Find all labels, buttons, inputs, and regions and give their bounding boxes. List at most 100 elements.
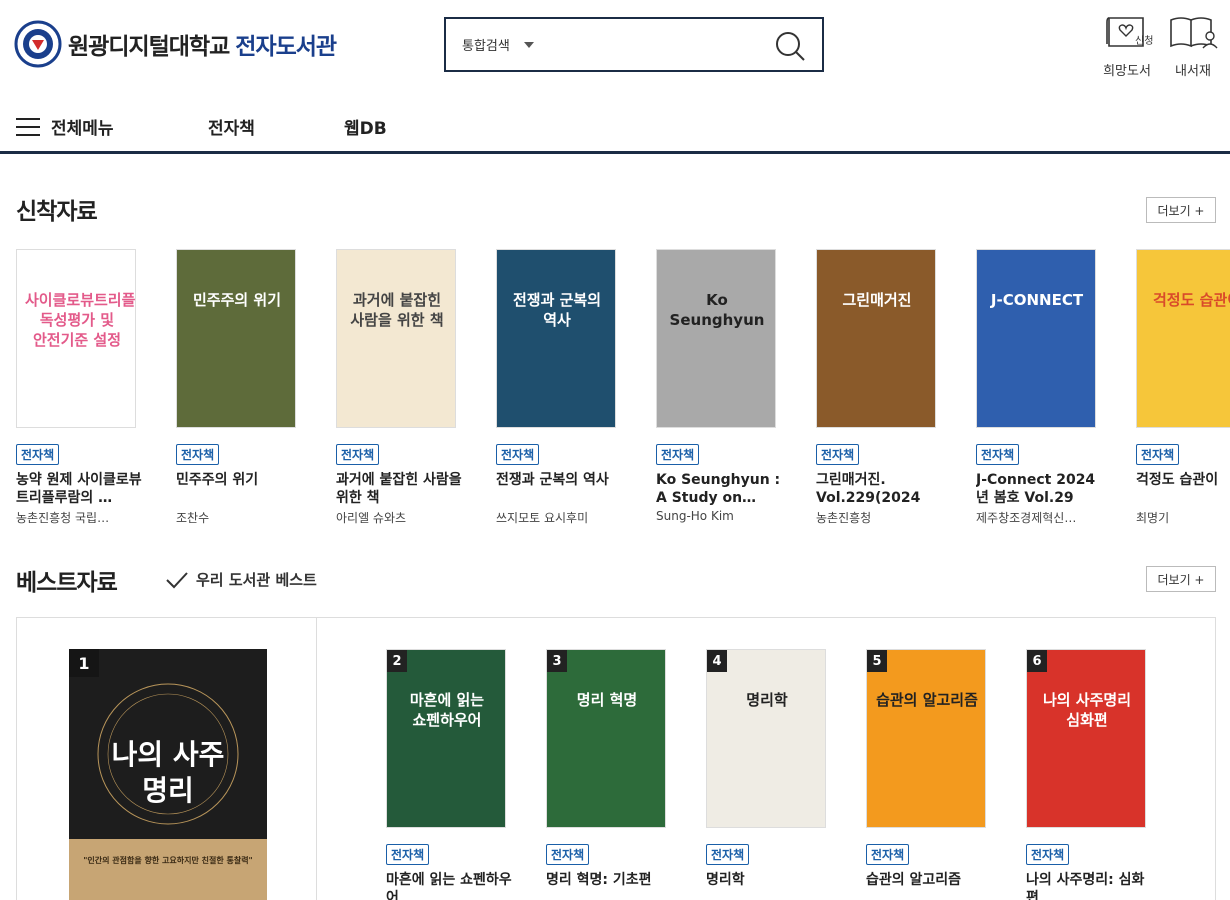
cover-title: Ko Seunghyun [669,291,765,329]
ebook-tag: 전자책 [656,444,700,465]
book-author: 조찬수 [176,511,210,525]
book-title[interactable]: 마흔에 읽는 쇼펜하우어 [386,871,512,900]
cover-title: 나의 사주명리 [111,738,225,807]
book-item[interactable]: Ko Seunghyun 전자책 Ko Seunghyun : A Study on… [656,249,782,523]
new-arrivals-title: 신착자료 [16,199,98,225]
my-shelf-label: 내서재 [1175,64,1211,79]
ebook-tag: 전자책 [176,444,220,465]
university-logo[interactable]: 원광디지털대학교 전자도서관 [14,20,337,68]
book-title[interactable]: 과거에 붙잡힌 사람을 위한 책 [336,471,462,507]
book-item[interactable]: 3명리 혁명전자책명리 혁명: 기초편김성재 [546,649,672,900]
book-item[interactable]: 그린매거진전자책그린매거진. Vol.229(2024년… 농촌진흥청 [816,249,942,526]
nav-ebook[interactable]: 전자책 [208,114,255,139]
cover-title: 과거에 붙잡힌 사람을 위한 책 [350,291,444,329]
university-seal-icon [14,20,62,68]
rank-badge: 2 [387,650,407,672]
book-cover: 과거에 붙잡힌 사람을 위한 책 [336,249,456,428]
best-more-button[interactable]: 더보기 + [1146,566,1216,592]
rank-badge: 1 [69,649,99,677]
book-item[interactable]: J-CONNECT 전자책 J-Connect 2024년 봄호 Vol.29 제주창… [976,249,1102,526]
nav-webdb[interactable]: 웹DB [344,114,387,139]
rank-badge: 5 [867,650,887,672]
book-title[interactable]: 습관의 알고리즘 [866,871,992,900]
book-author: 제주창조경제혁신… [976,511,1077,525]
book-title[interactable]: 나의 사주명리: 심화 편 [1026,871,1152,900]
book-item[interactable]: 걱정도 습관이전자책걱정도 습관이최명기 [1136,249,1230,526]
cover-title: 명리 혁명 [576,691,638,709]
ebook-tag: 전자책 [866,844,910,865]
ebook-tag: 전자책 [386,844,430,865]
logo-title: 원광디지털대학교 전자도서관 [68,27,337,61]
hamburger-icon [16,117,40,136]
checkmark-icon [166,571,188,588]
ebook-tag: 전자책 [976,444,1020,465]
all-menu-button[interactable]: 전체메뉴 [16,114,114,139]
book-title[interactable]: J-Connect 2024년 봄호 Vol.29 [976,471,1102,507]
book-author: Sung-Ho Kim [656,509,734,523]
search-input[interactable] [556,29,766,61]
book-item[interactable]: 과거에 붙잡힌 사람을 위한 책 전자책 과거에 붙잡힌 사람을 위한 책 아리엘 슈… [336,249,462,526]
book-title[interactable]: 명리 혁명: 기초편 [546,871,672,900]
cover-title: J-CONNECT [990,291,1084,309]
book-cover: 그린매거진 [816,249,936,428]
book-title[interactable]: 민주주의 위기 [176,471,302,507]
book-item[interactable]: 사이클로뷰트리플루람의 독성평가 및 안전기준 설정전자책농약 원제 사이클로뷰… [16,249,142,526]
cover-title: 걱정도 습관이 [1152,291,1230,309]
book-item[interactable]: 4명리학전자책명리학안태옥 [706,649,832,900]
book-item[interactable]: 2마흔에 읽는 쇼펜하우어전자책마흔에 읽는 쇼펜하우어강용수 [386,649,512,900]
search-scope-label: 통합검색 [462,39,510,54]
book-cover: 사이클로뷰트리플루람의 독성평가 및 안전기준 설정 [16,249,136,428]
book-item[interactable]: 민주주의 위기 전자책 민주주의 위기 조찬수 [176,249,302,526]
open-book-person-icon [1170,17,1218,49]
book-title[interactable]: Ko Seunghyun : A Study on… [656,471,782,507]
book-cover: 걱정도 습관이 [1136,249,1230,428]
ebook-tag: 전자책 [1026,844,1070,865]
book-author: 최명기 [1136,511,1170,525]
book-title[interactable]: 걱정도 습관이 [1136,471,1230,507]
ebook-tag: 전자책 [1136,444,1180,465]
cover-title: 사이클로뷰트리플루람의 독성평가 및 안전기준 설정 [25,291,136,349]
search-bar: 통합검색 [444,17,824,72]
ebook-tag: 전자책 [16,444,60,465]
best-top-item[interactable]: 1 나의 사주명리 "인간의 관점함을 향한 고요하지만 친절한 통찰력" [17,618,317,900]
cover-title: 마흔에 읽는 쇼펜하우어 [409,691,485,729]
ebook-tag: 전자책 [706,844,750,865]
book-author: 쓰지모토 요시후미 [496,511,589,525]
rank-badge: 3 [547,650,567,672]
cover-subtitle: "인간의 관점함을 향한 고요하지만 친절한 통찰력" [83,856,253,865]
book-author: 농촌진흥청 [816,511,872,525]
best-filter-label: 우리 도서관 베스트 [196,571,317,589]
book-cover: 5 습관의 알고리즘 [866,649,986,828]
best-filter[interactable]: 우리 도서관 베스트 [166,569,317,590]
cover-title: 민주주의 위기 [192,291,282,309]
new-arrivals-more-button[interactable]: 더보기 + [1146,197,1216,223]
book-author: 아리엘 슈와츠 [336,511,407,525]
main-nav: 전체메뉴 전자책 웹DB [0,100,1230,154]
header: 원광디지털대학교 전자도서관 통합검색 신청 희망도서 내서재 [0,0,1230,90]
cover-title: 나의 사주명리 심화편 [1042,691,1132,729]
book-title[interactable]: 그린매거진. Vol.229(2024년… [816,471,942,507]
book-cover: 전쟁과 군복의 역사 [496,249,616,428]
all-menu-label: 전체메뉴 [51,119,114,139]
wish-icon-text: 신청 [1135,35,1153,47]
search-scope-select[interactable]: 통합검색 [462,35,534,54]
my-shelf-button[interactable]: 내서재 [1162,14,1224,79]
wishlist-request-button[interactable]: 신청 희망도서 [1096,14,1158,79]
book-title[interactable]: 전쟁과 군복의 역사 [496,471,622,507]
search-icon[interactable] [774,30,806,62]
book-item[interactable]: 5습관의 알고리즘전자책습관의 알고리즘러셀 폴드랙 [866,649,992,900]
book-cover: Ko Seunghyun [656,249,776,428]
book-title[interactable]: 농약 원제 사이클로뷰트리플루람의 … [16,471,142,507]
cover-title: 그린매거진 [842,291,912,309]
book-cover: J-CONNECT [976,249,1096,428]
ebook-tag: 전자책 [816,444,860,465]
rank-badge: 6 [1027,650,1047,672]
book-item[interactable]: 전쟁과 군복의 역사 전자책 전쟁과 군복의 역사 쓰지모토 요시후미 [496,249,622,526]
book-item[interactable]: 6나의 사주명리 심화편전자책나의 사주명리: 심화 편현묘 [1026,649,1152,900]
best-title: 베스트자료 [16,570,118,596]
ebook-tag: 전자책 [546,844,590,865]
cover-title: 습관의 알고리즘 [876,691,978,709]
book-cover: 2 마흔에 읽는 쇼펜하우어 [386,649,506,828]
book-title[interactable]: 명리학 [706,871,832,900]
logo-name: 원광디지털대학교 [68,34,230,60]
